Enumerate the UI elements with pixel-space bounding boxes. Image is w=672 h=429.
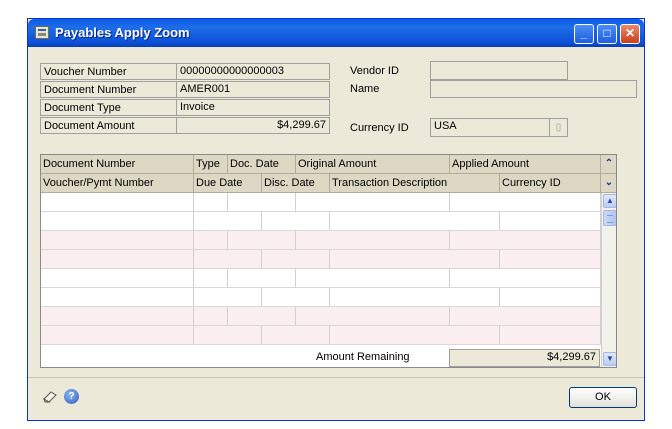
amount-remaining-field[interactable]: $4,299.67 bbox=[449, 349, 600, 367]
vendor-id-field[interactable] bbox=[430, 61, 568, 80]
table-cell[interactable] bbox=[41, 307, 194, 325]
table-cell[interactable] bbox=[194, 250, 262, 268]
col-doc-date[interactable]: Doc. Date bbox=[228, 155, 296, 174]
table-cell[interactable] bbox=[228, 193, 296, 211]
grid-header-row-1: Document Number Type Doc. Date Original … bbox=[41, 155, 601, 174]
double-chevron-up-icon[interactable]: ⌃ bbox=[601, 155, 616, 174]
table-cell[interactable] bbox=[194, 326, 262, 344]
col-transaction-description[interactable]: Transaction Description bbox=[330, 174, 500, 193]
table-cell[interactable] bbox=[41, 231, 194, 249]
table-cell[interactable] bbox=[500, 250, 601, 268]
voucher-number-label: Voucher Number bbox=[40, 63, 176, 80]
voucher-number-field[interactable]: 00000000000000003 bbox=[176, 63, 330, 80]
payables-apply-zoom-window: Payables Apply Zoom _ □ ✕ Voucher Number… bbox=[27, 18, 645, 421]
table-cell[interactable] bbox=[330, 326, 500, 344]
col-currency-id[interactable]: Currency ID bbox=[500, 174, 601, 193]
table-cell[interactable] bbox=[296, 307, 450, 325]
col-document-number[interactable]: Document Number bbox=[41, 155, 194, 174]
table-cell[interactable] bbox=[194, 307, 228, 325]
table-row[interactable] bbox=[41, 288, 601, 307]
table-cell[interactable] bbox=[228, 307, 296, 325]
table-row[interactable] bbox=[41, 307, 601, 326]
ok-button[interactable]: OK bbox=[569, 387, 637, 408]
document-number-field[interactable]: AMER001 bbox=[176, 81, 330, 98]
apply-grid: Document Number Type Doc. Date Original … bbox=[40, 154, 617, 368]
document-amount-field[interactable]: $4,299.67 bbox=[176, 117, 330, 134]
minimize-button[interactable]: _ bbox=[574, 24, 594, 44]
maximize-button[interactable]: □ bbox=[597, 24, 617, 44]
currency-id-label: Currency ID bbox=[350, 122, 409, 134]
scroll-thumb[interactable] bbox=[603, 210, 616, 226]
footer-divider bbox=[28, 377, 644, 378]
table-row[interactable] bbox=[41, 326, 601, 345]
table-cell[interactable] bbox=[228, 269, 296, 287]
grid-header-row-2: Voucher/Pymt Number Due Date Disc. Date … bbox=[41, 174, 601, 193]
table-cell[interactable] bbox=[450, 307, 601, 325]
table-cell[interactable] bbox=[450, 269, 601, 287]
table-cell[interactable] bbox=[41, 269, 194, 287]
table-cell[interactable] bbox=[450, 231, 601, 249]
table-cell[interactable] bbox=[194, 193, 228, 211]
table-cell[interactable] bbox=[194, 212, 262, 230]
col-due-date[interactable]: Due Date bbox=[194, 174, 262, 193]
table-cell[interactable] bbox=[262, 288, 330, 306]
col-type[interactable]: Type bbox=[194, 155, 228, 174]
note-icon[interactable] bbox=[42, 390, 58, 404]
col-original-amount[interactable]: Original Amount bbox=[296, 155, 450, 174]
table-cell[interactable] bbox=[41, 250, 194, 268]
double-chevron-down-icon[interactable]: ⌄ bbox=[601, 174, 616, 193]
close-button[interactable]: ✕ bbox=[620, 24, 640, 44]
table-row[interactable] bbox=[41, 269, 601, 288]
name-label: Name bbox=[350, 83, 380, 95]
table-row[interactable] bbox=[41, 231, 601, 250]
table-cell[interactable] bbox=[296, 269, 450, 287]
currency-id-field[interactable]: USA bbox=[430, 118, 550, 137]
scroll-down-icon[interactable]: ▼ bbox=[603, 352, 616, 366]
window-title: Payables Apply Zoom bbox=[55, 25, 190, 40]
table-cell[interactable] bbox=[41, 288, 194, 306]
col-applied-amount[interactable]: Applied Amount bbox=[450, 155, 601, 174]
table-cell[interactable] bbox=[41, 326, 194, 344]
table-cell[interactable] bbox=[262, 326, 330, 344]
document-type-field[interactable]: Invoice bbox=[176, 99, 330, 116]
table-cell[interactable] bbox=[500, 326, 601, 344]
table-cell[interactable] bbox=[228, 231, 296, 249]
help-icon[interactable]: ? bbox=[64, 389, 79, 404]
table-cell[interactable] bbox=[296, 231, 450, 249]
lookup-icon[interactable]: ▯ bbox=[550, 118, 568, 137]
table-row[interactable] bbox=[41, 212, 601, 231]
table-cell[interactable] bbox=[330, 212, 500, 230]
table-cell[interactable] bbox=[500, 212, 601, 230]
table-cell[interactable] bbox=[194, 269, 228, 287]
table-row[interactable] bbox=[41, 250, 601, 269]
scroll-up-icon[interactable]: ▲ bbox=[603, 194, 616, 208]
table-cell[interactable] bbox=[194, 288, 262, 306]
title-bar[interactable]: Payables Apply Zoom _ □ ✕ bbox=[28, 19, 644, 47]
table-cell[interactable] bbox=[500, 288, 601, 306]
col-voucher-pymt-number[interactable]: Voucher/Pymt Number bbox=[41, 174, 194, 193]
table-cell[interactable] bbox=[262, 250, 330, 268]
table-cell[interactable] bbox=[296, 193, 450, 211]
table-cell[interactable] bbox=[41, 193, 194, 211]
amount-remaining-label: Amount Remaining bbox=[316, 351, 410, 363]
vertical-scrollbar[interactable]: ▲ ▼ bbox=[601, 193, 616, 367]
vendor-id-label: Vendor ID bbox=[350, 65, 399, 77]
document-number-label: Document Number bbox=[40, 81, 176, 98]
table-cell[interactable] bbox=[194, 231, 228, 249]
table-cell[interactable] bbox=[41, 212, 194, 230]
table-cell[interactable] bbox=[262, 212, 330, 230]
table-cell[interactable] bbox=[450, 193, 601, 211]
col-disc-date[interactable]: Disc. Date bbox=[262, 174, 330, 193]
document-type-label: Document Type bbox=[40, 99, 176, 116]
table-row[interactable] bbox=[41, 193, 601, 212]
name-field[interactable] bbox=[430, 80, 637, 98]
table-cell[interactable] bbox=[330, 250, 500, 268]
document-amount-label: Document Amount bbox=[40, 117, 176, 134]
window-icon bbox=[35, 26, 49, 39]
table-cell[interactable] bbox=[330, 288, 500, 306]
